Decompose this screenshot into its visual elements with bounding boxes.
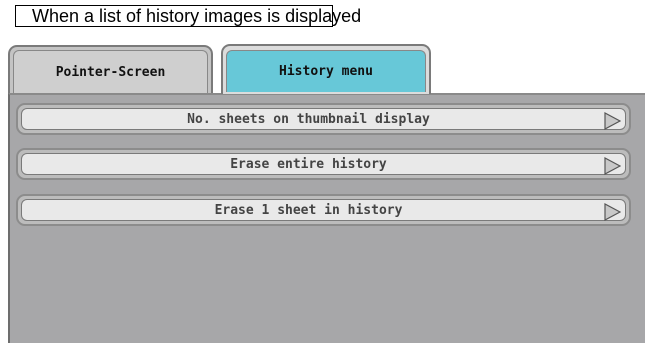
arrow-right-icon [604, 112, 621, 130]
thumbnail-sheets-button[interactable]: No. sheets on thumbnail display [16, 103, 631, 135]
tab-history-menu[interactable]: History menu [221, 44, 431, 94]
tab-pointer-screen-label: Pointer-Screen [55, 64, 166, 80]
screen-caption: When a list of history images is display… [15, 5, 361, 27]
erase-entire-history-button[interactable]: Erase entire history [16, 148, 631, 180]
tab-pointer-screen[interactable]: Pointer-Screen [8, 45, 213, 93]
erase-one-sheet-label: Erase 1 sheet in history [214, 202, 403, 218]
arrow-right-icon [604, 157, 621, 175]
tab-history-menu-label: History menu [279, 64, 373, 79]
thumbnail-sheets-label: No. sheets on thumbnail display [187, 111, 430, 127]
erase-entire-history-label: Erase entire history [230, 156, 387, 172]
erase-one-sheet-button[interactable]: Erase 1 sheet in history [16, 194, 631, 226]
arrow-right-icon [604, 203, 621, 221]
